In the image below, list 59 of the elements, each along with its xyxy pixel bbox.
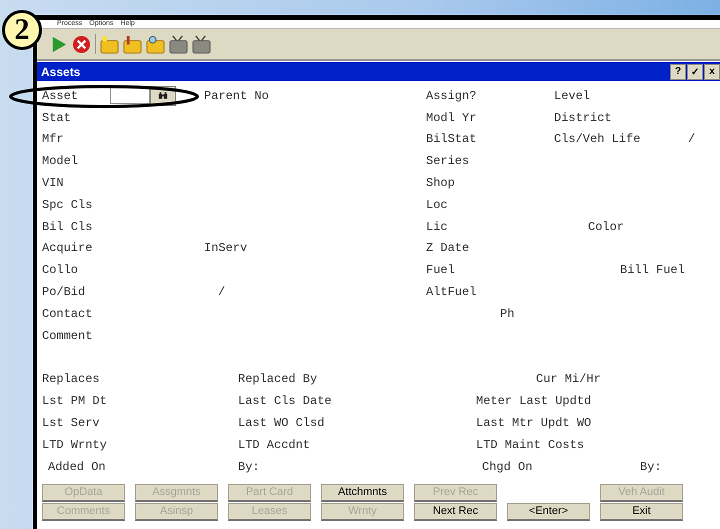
field-label: Contact <box>42 306 92 321</box>
field-label: Collo <box>42 263 78 278</box>
field-label: Replaces <box>42 372 100 386</box>
title-bar-button[interactable]: ? <box>670 64 686 80</box>
window-title: Assets <box>41 64 80 78</box>
field-label: By: <box>238 460 260 474</box>
field-label: Asset <box>42 88 78 103</box>
field-label: InServ <box>204 241 248 256</box>
form-button[interactable]: Attchmnts <box>321 484 404 502</box>
field-label: Mfr <box>42 132 64 146</box>
field-label: BilStat <box>426 132 476 146</box>
form-button[interactable]: Next Rec <box>414 502 497 521</box>
form-button[interactable]: Exit <box>600 502 683 521</box>
field-label: Replaced By <box>238 372 318 386</box>
field-label: Parent No <box>204 88 269 103</box>
step-number-badge: 2 <box>2 10 42 50</box>
field-label: Shop <box>426 176 455 190</box>
field-label: Lic <box>426 220 448 234</box>
field-label: LTD Accdnt <box>238 438 310 452</box>
field-label: Last Cls Date <box>238 394 332 408</box>
field-label: Z Date <box>426 241 470 256</box>
field-label: AltFuel <box>426 285 476 300</box>
field-label: District <box>554 110 612 125</box>
field-label: Lst Serv <box>42 416 100 430</box>
field-label: Ph <box>500 306 514 321</box>
field-label: Modl Yr <box>426 110 476 125</box>
field-label: Meter Last Updtd <box>476 394 592 408</box>
field-label: / <box>218 285 226 300</box>
field-label: Stat <box>42 110 71 125</box>
title-bar-button[interactable]: x <box>704 64 720 80</box>
field-label: By: <box>640 460 662 474</box>
field-label: Comment <box>42 328 92 343</box>
field-label: Bil Cls <box>42 220 92 234</box>
form-button[interactable]: <Enter> <box>507 502 590 521</box>
field-label: Last WO Clsd <box>238 416 324 430</box>
field-label: Cur Mi/Hr <box>536 372 601 386</box>
field-label: Acquire <box>42 241 92 256</box>
field-label: VIN <box>42 176 64 190</box>
field-label: Spc Cls <box>42 198 92 212</box>
field-label: Color <box>588 220 624 234</box>
field-label: Level <box>554 88 590 103</box>
binoculars-icon <box>158 91 168 100</box>
field-label: Cls/Veh Life <box>554 132 640 146</box>
field-label: Lst PM Dt <box>42 394 107 408</box>
field-label: Model <box>42 154 78 168</box>
field-label: Last Mtr Updt WO <box>476 416 592 430</box>
field-label: Fuel <box>426 263 455 278</box>
field-label: Assign? <box>426 88 476 103</box>
field-label: Bill Fuel <box>620 263 685 278</box>
field-label: / <box>688 132 696 146</box>
field-label: Series <box>426 154 470 168</box>
field-label: LTD Maint Costs <box>476 438 584 452</box>
cancel-icon[interactable] <box>72 34 91 54</box>
field-label: Chgd On <box>482 460 532 474</box>
title-bar-button[interactable]: ✓ <box>687 64 703 80</box>
field-label: Added On <box>48 460 106 474</box>
field-label: LTD Wrnty <box>42 438 107 452</box>
field-label: Po/Bid <box>42 285 86 300</box>
field-label: Loc <box>426 198 448 212</box>
